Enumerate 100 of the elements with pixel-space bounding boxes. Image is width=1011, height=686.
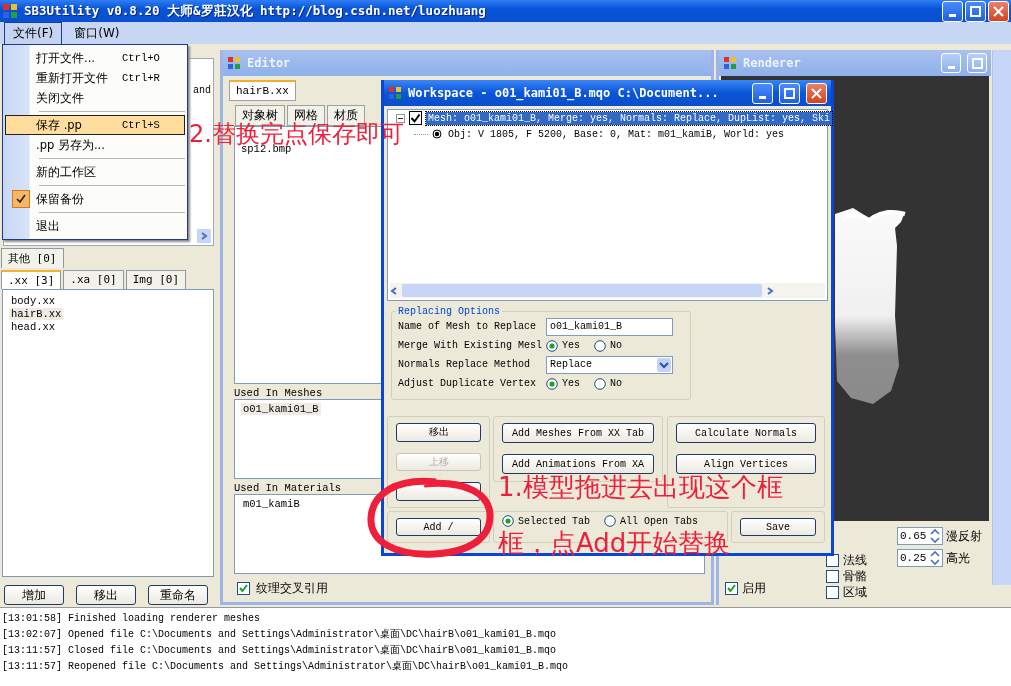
chevron-left-icon xyxy=(390,286,398,295)
panel-button[interactable]: 增加 xyxy=(4,585,64,605)
checkbox-label: 区域 xyxy=(843,584,867,601)
menu-item[interactable]: 窗口(W) xyxy=(66,22,128,44)
checkbox[interactable] xyxy=(826,586,839,599)
field-label: 高光 xyxy=(946,549,970,567)
tree-item[interactable]: Obj: V 1805, F 5200, Base: 0, Mat: m01_kamiB, World: yes xyxy=(446,127,787,141)
mesh-tool-button[interactable]: Align Vertices xyxy=(676,454,816,474)
minus-icon xyxy=(396,113,405,123)
material-item[interactable]: m01_kamiB xyxy=(241,498,302,510)
annotation-text: 1.模型拖进去出现这个框 xyxy=(498,472,783,502)
tab[interactable]: 其他 [0] xyxy=(1,248,64,269)
menu-entry[interactable]: 打开文件... Ctrl+O xyxy=(5,48,185,68)
radio-option[interactable]: No xyxy=(594,377,623,390)
field-label: 漫反射 xyxy=(946,527,982,545)
radio-dot-icon xyxy=(432,129,442,139)
field-label: Normals Replace Method xyxy=(398,359,532,370)
maximize-button[interactable] xyxy=(779,82,800,104)
chevron-right-icon xyxy=(766,286,774,295)
maximize-icon xyxy=(970,5,981,17)
scroll-right-button[interactable] xyxy=(197,229,211,244)
save-button[interactable]: Save xyxy=(740,518,816,536)
maximize-icon xyxy=(971,57,983,69)
log-line: [13:11:57] Reopened file C:\Documents and Settings\Administrator\桌面\DC\hairB\o01_kami01_B.mqo xyxy=(1,660,570,674)
menu-entry[interactable]: 重新打开文件 Ctrl+R xyxy=(5,68,185,88)
add-button[interactable]: Add Meshes From XX Tab xyxy=(502,423,654,443)
menu-entry[interactable]: 新的工作区 xyxy=(5,162,185,182)
mesh-tool-button[interactable]: Calculate Normals xyxy=(676,423,816,443)
mesh-item[interactable]: o01_kami01_B xyxy=(241,403,321,415)
spinner-arrows-icon xyxy=(930,528,940,544)
log-line: [13:01:58] Finished loading renderer meshes xyxy=(1,612,262,626)
field-label: Merge With Existing Mesl xyxy=(398,340,544,351)
app-icon xyxy=(723,56,737,70)
chevron-right-icon xyxy=(200,232,208,241)
spinner-arrows-icon xyxy=(930,550,940,566)
method-dropdown[interactable]: Replace xyxy=(546,355,673,374)
checkbox[interactable] xyxy=(725,582,738,595)
list-text: and xyxy=(193,85,211,96)
checkbox-label: 骨骼 xyxy=(843,568,867,585)
checkbox[interactable] xyxy=(826,554,839,567)
log-line: [13:02:07] Opened file C:\Documents and Settings\Administrator\桌面\DC\hairB\o01_kami01_B.mqo xyxy=(1,628,558,642)
number-field[interactable]: 0.65 xyxy=(897,527,943,545)
close-icon xyxy=(811,87,822,99)
menu-entry[interactable]: 退出 xyxy=(5,216,185,236)
radio-option[interactable]: All Open Tabs xyxy=(604,515,699,527)
radio-option[interactable]: No xyxy=(594,339,623,352)
mesh-name-field[interactable]: o01_kami01_B xyxy=(546,317,673,336)
checkbox[interactable] xyxy=(409,111,422,125)
add-button[interactable]: Add / xyxy=(396,518,481,536)
checkbox-label: 法线 xyxy=(843,552,867,569)
vertical-scrollbar[interactable] xyxy=(992,50,1011,585)
minimize-icon xyxy=(949,13,956,17)
minimize-icon xyxy=(947,65,955,69)
radio-option[interactable]: Yes xyxy=(546,339,580,352)
checkbox-label: 启用 xyxy=(742,580,766,597)
menu-item[interactable]: 文件(F) xyxy=(4,22,63,44)
menu-entry[interactable]: 关闭文件 xyxy=(5,88,185,108)
log-line: [13:11:57] Closed file C:\Documents and Settings\Administrator\桌面\DC\hairB\o01_kami01_B.mqo xyxy=(1,644,558,658)
menu-entry[interactable]: 保存 .pp Ctrl+S xyxy=(5,115,185,135)
minimize-button[interactable] xyxy=(752,82,773,104)
menu-entry[interactable]: 保留备份 xyxy=(5,189,185,209)
file-tab[interactable]: hairB.xx xyxy=(229,80,296,101)
close-button[interactable] xyxy=(988,0,1009,22)
field-label: Name of Mesh to Replace xyxy=(398,321,538,332)
app-icon xyxy=(227,56,241,70)
checkbox[interactable] xyxy=(237,582,250,595)
app-icon xyxy=(388,86,402,100)
file-item[interactable]: hairB.xx xyxy=(9,308,64,321)
app-icon xyxy=(2,3,18,19)
section-label: Used In Materials xyxy=(234,482,342,494)
window-title: SB3Utility v0.8.20 大师&罗莊汉化 http://blog.csdn.net/luozhuang xyxy=(24,2,486,20)
menu-entry[interactable]: .pp 另存为... xyxy=(5,135,185,155)
panel-button[interactable]: 重命名 xyxy=(148,585,208,605)
file-item[interactable]: body.xx xyxy=(9,295,58,308)
minimize-button[interactable] xyxy=(942,0,963,22)
tree-item[interactable]: Mesh: o01_kami01_B, Merge: yes, Normals: Replace, DupList: yes, Ski xyxy=(426,111,833,125)
maximize-icon xyxy=(784,87,795,99)
collapse-toggle[interactable] xyxy=(396,113,405,123)
window-title: Renderer xyxy=(743,56,801,70)
panel-button[interactable]: 移出 xyxy=(76,585,136,605)
section-label: Used In Meshes xyxy=(234,387,323,399)
tab[interactable]: Img [0] xyxy=(125,270,187,290)
list-button[interactable]: 移出 xyxy=(396,423,481,442)
tab[interactable]: .xa [0] xyxy=(63,270,124,290)
radio-option[interactable]: Yes xyxy=(546,377,580,390)
maximize-button[interactable] xyxy=(965,0,986,22)
file-item[interactable]: head.xx xyxy=(9,321,58,334)
radio-option[interactable]: Selected Tab xyxy=(502,515,590,527)
field-label: Adjust Duplicate Vertex xyxy=(398,378,538,389)
tab[interactable]: .xx [3] xyxy=(1,270,62,290)
checkbox-label: 纹理交叉引用 xyxy=(256,580,328,597)
minimize-icon xyxy=(759,95,766,99)
horizontal-scrollbar[interactable] xyxy=(390,283,825,298)
number-field[interactable]: 0.25 xyxy=(897,549,943,567)
close-button[interactable] xyxy=(806,82,827,104)
window-title: Editor xyxy=(247,56,291,70)
checkbox[interactable] xyxy=(826,570,839,583)
annotation-text: 框，点Add开始替换 xyxy=(498,530,731,556)
add-button[interactable]: Add Animations From XA xyxy=(502,454,654,474)
close-icon xyxy=(993,5,1004,17)
